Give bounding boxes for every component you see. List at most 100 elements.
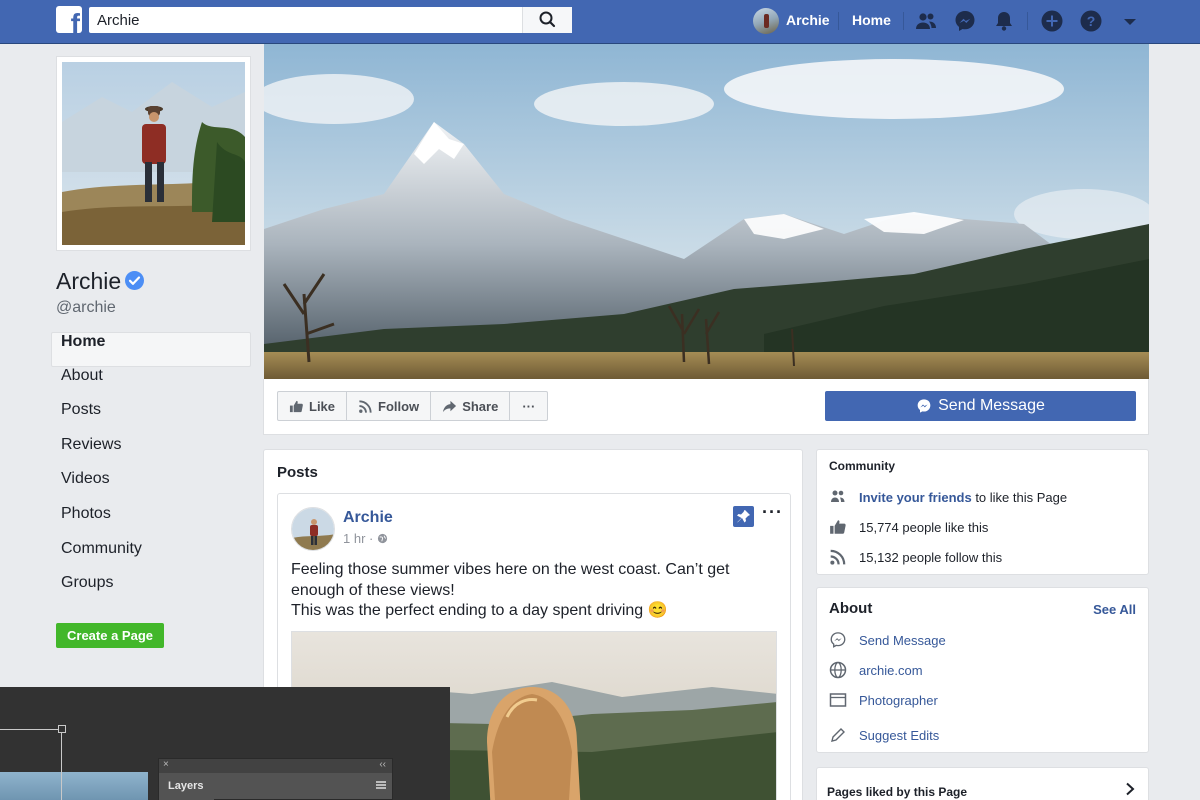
sidebar-item-photos[interactable]: Photos: [51, 505, 251, 540]
community-card: Community Invite your friends to like th…: [816, 449, 1149, 575]
community-heading: Community: [829, 459, 895, 473]
messenger-icon: [829, 631, 847, 649]
svg-text:?: ?: [1087, 13, 1096, 29]
search-input[interactable]: [89, 7, 529, 33]
messenger-icon: [916, 398, 932, 414]
facebook-logo-icon[interactable]: f: [56, 6, 82, 33]
layers-tab[interactable]: Layers: [159, 773, 214, 800]
share-button[interactable]: Share: [431, 392, 510, 420]
layers-panel: × ‹‹ Layers: [158, 758, 393, 800]
share-arrow-icon: [442, 399, 457, 414]
cover-photo-image: [264, 44, 1149, 379]
like-button[interactable]: Like: [278, 392, 347, 420]
invite-friends-icon: [829, 488, 847, 506]
profile-photo-image: [62, 62, 245, 245]
about-card: About See All Send Message archie.com Ph…: [816, 587, 1149, 753]
create-page-button[interactable]: Create a Page: [56, 623, 164, 648]
layers-collapse-button[interactable]: ‹‹: [379, 759, 386, 770]
post-options-button[interactable]: ···: [762, 502, 783, 523]
page-handle: @archie: [56, 299, 116, 317]
about-heading: About: [829, 600, 872, 617]
post-author-avatar[interactable]: [291, 507, 335, 551]
send-message-label: Send Message: [938, 397, 1045, 415]
send-message-button[interactable]: Send Message: [825, 391, 1136, 421]
invite-friends-row: Invite your friends to like this Page: [829, 488, 1067, 506]
post-text-line: Feeling those summer vibes here on the w…: [291, 560, 771, 581]
post-text-line: This was the perfect ending to a day spe…: [291, 601, 771, 622]
search-button[interactable]: [522, 7, 572, 33]
about-item: Photographer: [829, 691, 938, 709]
selection-handle[interactable]: [58, 725, 66, 733]
rss-follow-icon: [829, 548, 847, 566]
invite-friends-text: to like this Page: [972, 490, 1067, 505]
search-icon: [523, 7, 573, 33]
likes-row: 15,774 people like this: [829, 518, 988, 536]
page-action-bar: Like Follow Share ··· Send Message: [263, 379, 1149, 435]
post-timestamp[interactable]: 1 hr ·: [343, 531, 388, 546]
cover-photo[interactable]: [264, 44, 1149, 379]
page-sidebar-nav: Home About Posts Reviews Videos Photos C…: [51, 332, 251, 609]
page-actions-group: Like Follow Share ···: [277, 391, 548, 421]
likes-count: 15,774 people like this: [859, 520, 988, 535]
layers-panel-titlebar: × ‹‹: [159, 759, 392, 773]
nav-divider: [903, 12, 904, 30]
sidebar-item-community[interactable]: Community: [51, 540, 251, 575]
about-website-link[interactable]: archie.com: [859, 663, 923, 678]
pinned-post-icon: [733, 506, 754, 527]
globe-icon: [829, 661, 847, 679]
post-body-text: Feeling those summer vibes here on the w…: [291, 560, 771, 622]
chevron-right-icon[interactable]: [1124, 782, 1136, 796]
rss-follow-icon: [358, 399, 373, 414]
sidebar-item-posts[interactable]: Posts: [51, 401, 251, 436]
sidebar-item-groups[interactable]: Groups: [51, 574, 251, 609]
invite-friends-link[interactable]: Invite your friends: [859, 490, 972, 505]
image-editor-overlay: × ‹‹ Layers: [0, 687, 450, 800]
page-name: Archie: [56, 268, 121, 295]
top-navigation-bar: f Archie Home ?: [0, 0, 1200, 44]
about-send-message-link[interactable]: Send Message: [859, 633, 946, 648]
messenger-icon[interactable]: [953, 9, 977, 33]
friends-icon[interactable]: [914, 9, 938, 33]
selection-frame[interactable]: [0, 729, 62, 800]
thumbs-up-icon: [289, 399, 304, 414]
dropdown-arrow-icon[interactable]: [1118, 9, 1142, 33]
more-options-label: ···: [522, 399, 535, 414]
sidebar-item-videos[interactable]: Videos: [51, 470, 251, 505]
more-options-button[interactable]: ···: [510, 392, 547, 420]
about-item: archie.com: [829, 661, 923, 679]
post-author-name[interactable]: Archie: [343, 509, 393, 527]
sidebar-item-reviews[interactable]: Reviews: [51, 436, 251, 471]
user-avatar[interactable]: [753, 8, 779, 34]
follows-count: 15,132 people follow this: [859, 550, 1002, 565]
create-icon[interactable]: [1040, 9, 1064, 33]
nav-divider: [838, 12, 839, 30]
about-category-link[interactable]: Photographer: [859, 693, 938, 708]
nav-user-name[interactable]: Archie: [786, 12, 830, 28]
notifications-icon[interactable]: [992, 9, 1016, 33]
sidebar-item-about[interactable]: About: [51, 367, 251, 402]
post-text-line: enough of these views!: [291, 581, 771, 602]
suggest-edits-link[interactable]: Suggest Edits: [859, 728, 939, 743]
verified-badge-icon: [125, 271, 144, 290]
thumbs-up-icon: [829, 518, 847, 536]
follow-button[interactable]: Follow: [347, 392, 431, 420]
nav-home-link[interactable]: Home: [852, 12, 891, 28]
pages-liked-card[interactable]: Pages liked by this Page: [816, 767, 1149, 800]
nav-divider: [1027, 12, 1028, 30]
category-icon: [829, 691, 847, 709]
follow-label: Follow: [378, 399, 419, 414]
posts-heading: Posts: [277, 464, 318, 481]
panel-menu-icon[interactable]: [376, 781, 386, 789]
like-label: Like: [309, 399, 335, 414]
post-time: 1 hr ·: [343, 531, 377, 546]
pages-liked-heading: Pages liked by this Page: [827, 785, 967, 799]
pencil-icon: [829, 726, 847, 744]
search-box: [89, 7, 572, 33]
sidebar-item-home[interactable]: Home: [51, 332, 251, 367]
about-see-all-link[interactable]: See All: [1093, 602, 1136, 617]
help-icon[interactable]: ?: [1079, 9, 1103, 33]
public-globe-icon: [377, 533, 388, 544]
layers-close-button[interactable]: ×: [163, 759, 169, 770]
profile-picture[interactable]: [56, 56, 251, 251]
about-item: Suggest Edits: [829, 726, 939, 744]
